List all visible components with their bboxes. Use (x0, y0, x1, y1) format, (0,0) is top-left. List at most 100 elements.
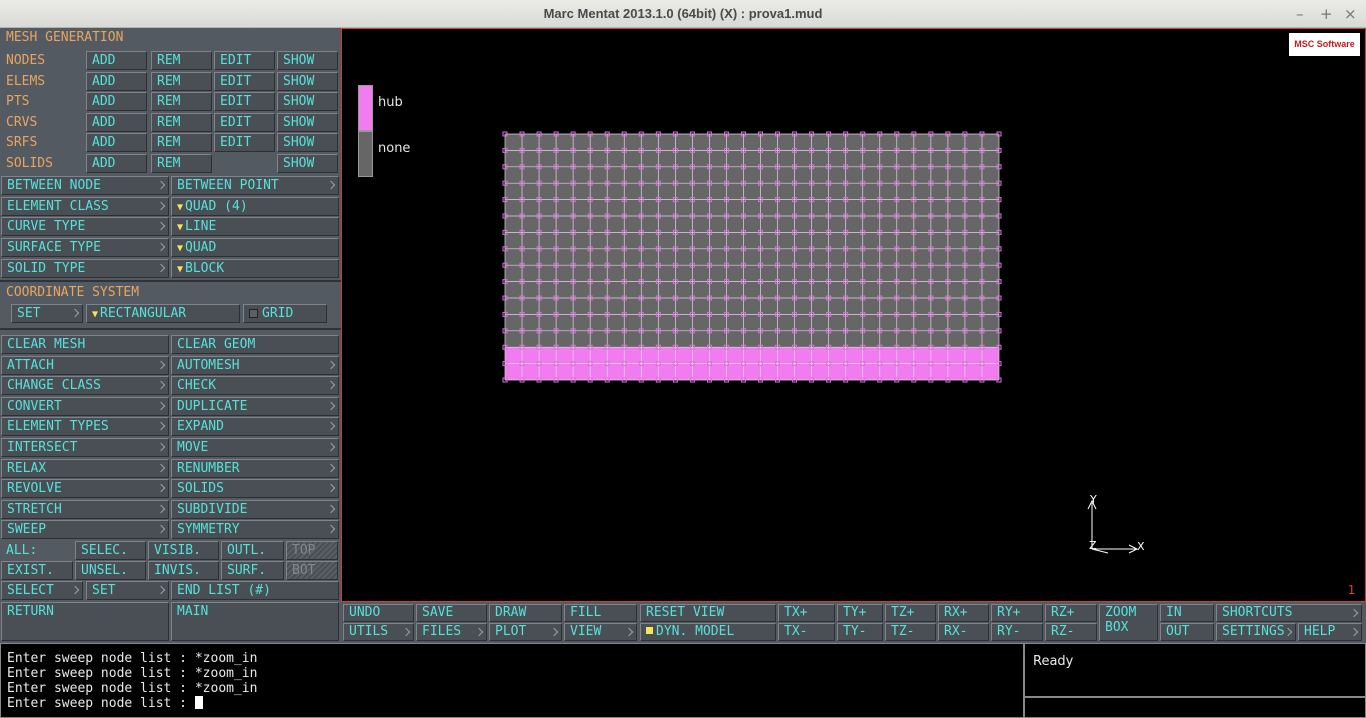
zoom-box-button[interactable]: ZOOM BOX (1099, 604, 1158, 641)
between-point-button[interactable]: BETWEEN POINT (171, 176, 339, 195)
close-button[interactable]: × (1344, 5, 1357, 23)
ry-plus-button[interactable]: RY+ (991, 604, 1043, 622)
solids-button[interactable]: SOLIDS (171, 479, 339, 499)
draw-button[interactable]: DRAW (489, 604, 562, 622)
dyn-model-toggle[interactable]: DYN. MODEL (640, 623, 776, 641)
curve-type-dropdown[interactable]: ▼ LINE (171, 217, 339, 236)
tz-minus-button[interactable]: TZ- (885, 623, 936, 641)
solids-show-button[interactable]: SHOW (277, 154, 338, 173)
rx-plus-button[interactable]: RX+ (938, 604, 989, 622)
nodes-add-button[interactable]: ADD (86, 51, 147, 70)
console-prompt-line[interactable]: Enter sweep node list : (7, 696, 1017, 711)
coord-system-dropdown[interactable]: ▼ RECTANGULAR (86, 304, 240, 323)
save-button[interactable]: SAVE (416, 604, 487, 622)
ry-minus-button[interactable]: RY- (991, 623, 1043, 641)
revolve-button[interactable]: REVOLVE (1, 479, 169, 499)
view-button[interactable]: VIEW (564, 623, 637, 641)
surface-type-button[interactable]: SURFACE TYPE (1, 238, 169, 257)
return-button[interactable]: RETURN (1, 602, 169, 641)
plot-button[interactable]: PLOT (489, 623, 562, 641)
relax-button[interactable]: RELAX (1, 458, 169, 478)
all-invis-button[interactable]: INVIS. (148, 561, 219, 580)
crvs-rem-button[interactable]: REM (151, 113, 212, 132)
all-selec-button[interactable]: SELEC. (75, 541, 146, 560)
attach-button[interactable]: ATTACH (1, 355, 169, 375)
help-button[interactable]: HELP (1298, 623, 1362, 641)
intersect-button[interactable]: INTERSECT (1, 438, 169, 457)
shortcuts-button[interactable]: SHORTCUTS (1216, 604, 1362, 622)
solid-type-button[interactable]: SOLID TYPE (1, 259, 169, 278)
all-surf-button[interactable]: SURF. (221, 561, 284, 580)
fill-button[interactable]: FILL (564, 604, 637, 622)
nodes-show-button[interactable]: SHOW (277, 51, 338, 70)
rz-plus-button[interactable]: RZ+ (1045, 604, 1097, 622)
elems-show-button[interactable]: SHOW (277, 72, 338, 91)
element-types-button[interactable]: ELEMENT TYPES (1, 417, 169, 437)
solid-type-dropdown[interactable]: ▼ BLOCK (171, 259, 339, 278)
all-bot-button[interactable]: BOT (286, 561, 338, 580)
clear-mesh-button[interactable]: CLEAR MESH (1, 335, 169, 354)
all-unsel-button[interactable]: UNSEL. (75, 561, 146, 580)
zoom-in-button[interactable]: IN (1160, 604, 1214, 622)
change-class-button[interactable]: CHANGE CLASS (1, 376, 169, 396)
minimize-button[interactable]: – (1296, 5, 1304, 23)
tx-minus-button[interactable]: TX- (778, 623, 835, 641)
renumber-button[interactable]: RENUMBER (171, 458, 339, 478)
rz-minus-button[interactable]: RZ- (1045, 623, 1097, 641)
crvs-show-button[interactable]: SHOW (277, 113, 338, 132)
undo-button[interactable]: UNDO (343, 604, 414, 622)
set-button[interactable]: SET (86, 581, 169, 600)
rx-minus-button[interactable]: RX- (938, 623, 989, 641)
duplicate-button[interactable]: DUPLICATE (171, 396, 339, 416)
elems-rem-button[interactable]: REM (151, 72, 212, 91)
end-list-button[interactable]: END LIST (#) (171, 581, 339, 600)
elems-add-button[interactable]: ADD (86, 72, 147, 91)
reset-view-button[interactable]: RESET VIEW (640, 604, 776, 622)
utils-button[interactable]: UTILS (343, 623, 414, 641)
curve-type-button[interactable]: CURVE TYPE (1, 217, 169, 236)
coord-set-button[interactable]: SET (11, 304, 83, 323)
pts-add-button[interactable]: ADD (86, 92, 147, 111)
all-outl-button[interactable]: OUTL. (221, 541, 284, 560)
maximize-button[interactable]: + (1320, 5, 1333, 23)
nodes-rem-button[interactable]: REM (151, 51, 212, 70)
tz-plus-button[interactable]: TZ+ (885, 604, 936, 622)
pts-edit-button[interactable]: EDIT (214, 92, 275, 111)
check-button[interactable]: CHECK (171, 376, 339, 396)
subdivide-button[interactable]: SUBDIVIDE (171, 499, 339, 519)
pts-show-button[interactable]: SHOW (277, 92, 338, 111)
move-button[interactable]: MOVE (171, 438, 339, 457)
main-button[interactable]: MAIN (171, 602, 339, 641)
srfs-show-button[interactable]: SHOW (277, 133, 338, 152)
files-button[interactable]: FILES (416, 623, 487, 641)
srfs-edit-button[interactable]: EDIT (214, 133, 275, 152)
solids-add-button[interactable]: ADD (86, 154, 147, 173)
all-exist-button[interactable]: EXIST. (1, 561, 73, 580)
command-console[interactable]: Enter sweep node list : *zoom_in Enter s… (0, 643, 1024, 718)
sweep-button[interactable]: SWEEP (1, 520, 169, 540)
graphics-viewport[interactable]: MSC Software hub none Y X Z 1 (341, 28, 1366, 602)
elems-edit-button[interactable]: EDIT (214, 72, 275, 91)
all-visib-button[interactable]: VISIB. (148, 541, 219, 560)
ty-minus-button[interactable]: TY- (837, 623, 883, 641)
nodes-edit-button[interactable]: EDIT (214, 51, 275, 70)
clear-geom-button[interactable]: CLEAR GEOM (171, 335, 339, 354)
between-node-button[interactable]: BETWEEN NODE (1, 176, 169, 195)
grid-toggle[interactable]: GRID (243, 304, 327, 323)
crvs-edit-button[interactable]: EDIT (214, 113, 275, 132)
all-top-button[interactable]: TOP (286, 541, 338, 560)
settings-button[interactable]: SETTINGS (1216, 623, 1296, 641)
symmetry-button[interactable]: SYMMETRY (171, 520, 339, 540)
tx-plus-button[interactable]: TX+ (778, 604, 835, 622)
stretch-button[interactable]: STRETCH (1, 499, 169, 519)
surface-type-dropdown[interactable]: ▼ QUAD (171, 238, 339, 257)
crvs-add-button[interactable]: ADD (86, 113, 147, 132)
element-class-button[interactable]: ELEMENT CLASS (1, 197, 169, 216)
convert-button[interactable]: CONVERT (1, 396, 169, 416)
pts-rem-button[interactable]: REM (151, 92, 212, 111)
expand-button[interactable]: EXPAND (171, 417, 339, 437)
srfs-add-button[interactable]: ADD (86, 133, 147, 152)
srfs-rem-button[interactable]: REM (151, 133, 212, 152)
element-class-dropdown[interactable]: ▼ QUAD (4) (171, 197, 339, 216)
select-button[interactable]: SELECT (1, 581, 83, 600)
